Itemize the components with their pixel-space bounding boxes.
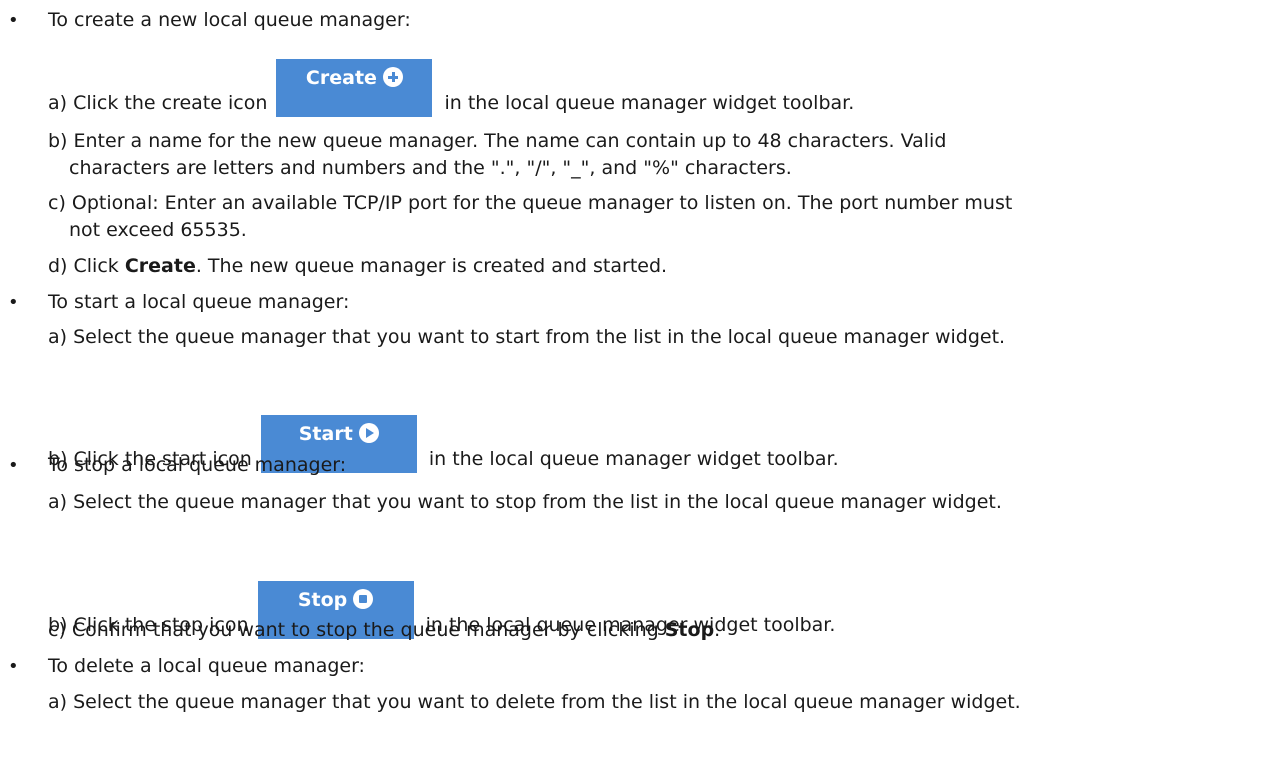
stop-button-label: Stop — [297, 589, 348, 611]
stop-step-c-post: . — [714, 619, 721, 641]
create-step-c-line1: c) Optional: Enter an available TCP/IP p… — [48, 192, 1013, 214]
stop-step-c: c) Confirm that you want to stop the que… — [48, 617, 720, 644]
start-step-a: a) Select the queue manager that you wan… — [48, 326, 1006, 348]
start-button-label: Start — [298, 423, 353, 445]
plus-circle-icon — [382, 67, 403, 87]
create-button-label: Create — [305, 67, 377, 89]
stop-step-a: a) Select the queue manager that you wan… — [48, 491, 1002, 513]
bullet: • — [8, 292, 19, 313]
create-step-d-post: . The new queue manager is created and s… — [195, 255, 668, 277]
create-button-image: Create — [276, 59, 433, 117]
delete-heading: To delete a local queue manager: — [48, 655, 365, 677]
stop-heading: To stop a local queue manager: — [48, 454, 347, 476]
create-step-d: d) Click Create. The new queue manager i… — [48, 253, 667, 280]
create-step-b-line2: characters are letters and numbers and t… — [69, 157, 792, 179]
create-step-a-pre: a) Click the create icon — [48, 92, 268, 114]
create-step-c-line2: not exceed 65535. — [69, 219, 247, 241]
create-step-b-line1: b) Enter a name for the new queue manage… — [48, 130, 947, 152]
create-heading: To create a new local queue manager: — [48, 9, 411, 31]
create-step-d-pre: d) Click — [48, 255, 119, 277]
create-step-a: a) Click the create icon Create in the l… — [48, 59, 854, 117]
document-page: • To create a new local queue manager: a… — [0, 0, 1272, 771]
stop-step-c-bold: Stop — [664, 619, 715, 641]
create-step-d-bold: Create — [124, 255, 196, 277]
start-heading: To start a local queue manager: — [48, 291, 350, 313]
delete-step-a: a) Select the queue manager that you wan… — [48, 691, 1021, 713]
play-circle-icon — [358, 423, 379, 443]
start-step-b-post: in the local queue manager widget toolba… — [428, 448, 839, 470]
bullet: • — [8, 10, 19, 31]
create-step-a-post: in the local queue manager widget toolba… — [444, 92, 855, 114]
stop-step-c-pre: c) Confirm that you want to stop the que… — [48, 619, 659, 641]
bullet: • — [8, 656, 19, 677]
stop-circle-icon — [353, 589, 374, 609]
bullet: • — [8, 455, 19, 476]
